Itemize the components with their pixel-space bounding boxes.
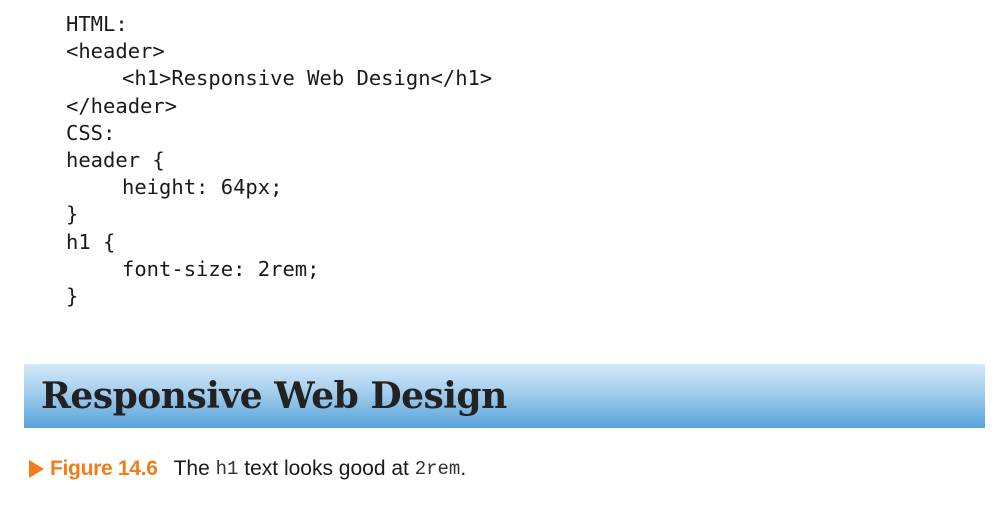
caption-text-middle: text looks good at (238, 457, 415, 480)
code-line-h1-element: <h1>Responsive Web Design</h1> (122, 66, 493, 91)
code-line-html-label: HTML: (66, 12, 128, 36)
code-listing: HTML: <header> <h1>Responsive Web Design</… (66, 11, 492, 310)
play-arrow-icon (29, 460, 44, 478)
code-line-h1-rule-open: h1 { (66, 229, 116, 254)
code-line-header-rule-open: header { (66, 147, 165, 172)
code-line-header-open: <header> (66, 39, 165, 64)
figure-caption: Figure 14.6 The h1 text looks good at 2r… (29, 455, 466, 483)
caption-code-h1: h1 (215, 458, 239, 480)
code-line-header-rule-close: } (66, 202, 79, 227)
code-line-height-declaration: height: 64px; (122, 175, 283, 200)
caption-text-before: The (173, 457, 216, 480)
caption-code-2rem: 2rem (414, 458, 461, 480)
figure-number: Figure 14.6 (50, 457, 158, 480)
caption-text-after: . (460, 457, 467, 480)
code-line-css-label: CSS: (66, 120, 116, 145)
code-line-h1-rule-close: } (66, 283, 79, 308)
rendered-h1-heading: Responsive Web Design (41, 375, 507, 417)
rendered-header-demo: Responsive Web Design (24, 364, 985, 428)
code-line-font-size-declaration: font-size: 2rem; (122, 256, 320, 281)
code-line-header-close: </header> (66, 93, 178, 118)
